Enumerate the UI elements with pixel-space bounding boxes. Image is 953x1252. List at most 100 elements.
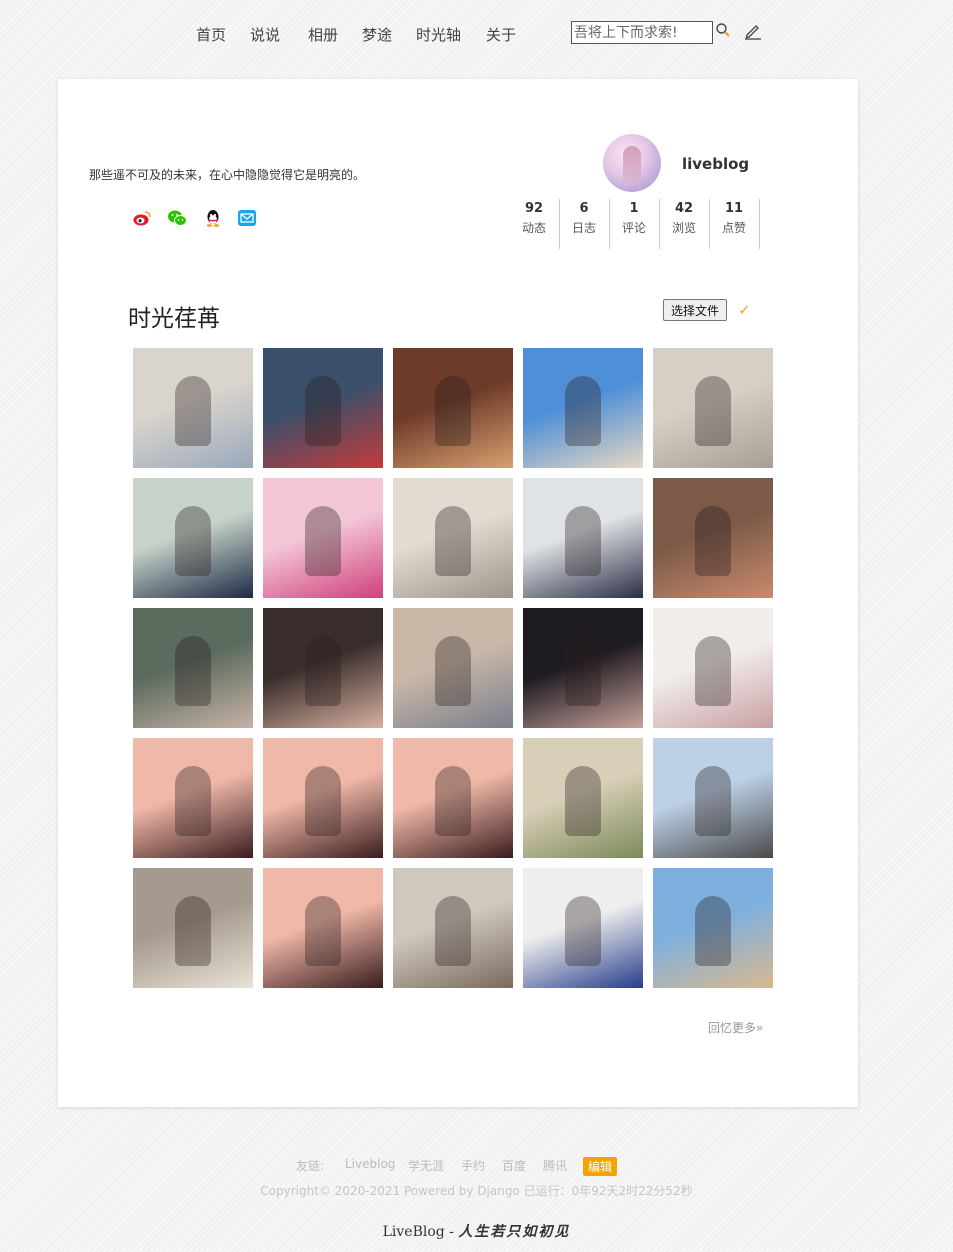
photo-girl-fastfood-counter[interactable] — [393, 348, 513, 468]
photo-girl-cafe-red-chairs[interactable] — [263, 348, 383, 468]
photo-girl-long-hair-selfie[interactable] — [653, 478, 773, 598]
stat-posts[interactable]: 92 动态 — [509, 199, 560, 249]
photo-kiss-me-selfie-4[interactable] — [263, 868, 383, 988]
top-nav: 首页 说说 相册 梦途 时光轴 关于 — [0, 0, 953, 70]
friend-link-shouyue[interactable]: 手约 — [461, 1157, 485, 1174]
photo-girl-close-selfie[interactable] — [263, 608, 383, 728]
photo-subject — [175, 896, 211, 966]
photo-subject — [435, 766, 471, 836]
photo-girl-seaside-rocks[interactable] — [653, 868, 773, 988]
photo-girl-sitting-sand[interactable] — [653, 348, 773, 468]
photo-subject — [565, 376, 601, 446]
search-input[interactable] — [571, 21, 713, 44]
check-icon: ✓ — [738, 301, 751, 319]
photo-girl-sweater-selfie[interactable] — [393, 608, 513, 728]
photo-gallery — [133, 348, 773, 988]
stat-views-label: 浏览 — [671, 221, 696, 235]
photo-subject — [305, 636, 341, 706]
photo-subject — [305, 896, 341, 966]
stat-views-value: 42 — [674, 201, 694, 216]
friend-link-xuewuya[interactable]: 学无涯 — [408, 1157, 444, 1174]
username: liveblog — [682, 155, 750, 173]
profile-motto: 那些遥不可及的未来，在心中隐隐觉得它是明亮的。 — [89, 168, 366, 182]
edit-links-badge[interactable]: 编辑 — [583, 1157, 618, 1176]
friend-link-liveblog[interactable]: Liveblog — [345, 1157, 395, 1171]
friend-links-label: 友链: — [296, 1159, 325, 1173]
stat-journals-label: 日志 — [571, 221, 596, 235]
photo-girl-outdoor-pose[interactable] — [653, 738, 773, 858]
photo-girl-mickey-ears[interactable] — [523, 478, 643, 598]
photo-kiss-me-selfie-2[interactable] — [263, 738, 383, 858]
nav-item-timeline[interactable]: 时光轴 — [416, 24, 461, 45]
nav-item-album[interactable]: 相册 — [308, 24, 338, 45]
photo-girl-beach-photo-frames[interactable] — [393, 868, 513, 988]
stat-comments[interactable]: 1 评论 — [609, 199, 660, 249]
photo-subject — [565, 896, 601, 966]
photo-girl-profile-dark-hair[interactable] — [523, 608, 643, 728]
photo-subject — [695, 766, 731, 836]
stat-posts-label: 动态 — [521, 221, 546, 235]
choose-file-button[interactable]: 选择文件 — [663, 299, 728, 321]
friend-link-baidu[interactable]: 百度 — [502, 1157, 526, 1174]
nav-item-about[interactable]: 关于 — [486, 24, 516, 45]
photo-girl-window-light[interactable] — [133, 868, 253, 988]
nav-item-dream[interactable]: 梦途 — [362, 24, 392, 45]
avatar[interactable] — [603, 134, 661, 192]
photo-girl-navy-hoodie[interactable] — [133, 478, 253, 598]
photo-girl-cartoon-bear[interactable] — [653, 608, 773, 728]
photo-subject — [305, 506, 341, 576]
photo-subject — [695, 896, 731, 966]
stat-views[interactable]: 42 浏览 — [659, 199, 710, 249]
more-memories-link[interactable]: 回忆更多» — [708, 1019, 763, 1036]
photo-girl-standing-beach[interactable] — [523, 348, 643, 468]
wechat-icon[interactable] — [167, 208, 187, 228]
photo-subject — [435, 636, 471, 706]
pencil-icon[interactable] — [744, 22, 762, 40]
stat-comments-value: 1 — [629, 201, 639, 216]
photo-subject — [305, 376, 341, 446]
photo-kiss-me-selfie-1[interactable] — [133, 738, 253, 858]
stat-likes-value: 11 — [724, 201, 744, 216]
photo-subject — [565, 636, 601, 706]
stat-posts-value: 92 — [524, 201, 544, 216]
photo-subject — [175, 506, 211, 576]
signature-script: 人生若只如初见 — [458, 1224, 571, 1240]
album-title: 时光荏苒 — [128, 306, 220, 332]
photo-subject — [695, 506, 731, 576]
stat-likes[interactable]: 11 点赞 — [709, 199, 760, 249]
profile-card: 那些遥不可及的未来，在心中隐隐觉得它是明亮的。 liveblog 92 动态 6… — [58, 79, 858, 1107]
qq-icon[interactable] — [203, 208, 223, 228]
photo-girl-pink-cap-collage[interactable] — [263, 478, 383, 598]
nav-item-home[interactable]: 首页 — [196, 24, 226, 45]
nav-item-shuoshuo[interactable]: 说说 — [250, 24, 280, 45]
photo-girl-kitchen[interactable] — [523, 738, 643, 858]
photo-girl-beach-sitting-2[interactable] — [393, 478, 513, 598]
photo-subject — [695, 636, 731, 706]
friend-links: 友链: Liveblog 学无涯 手约 百度 腾讯 编辑 — [0, 1157, 953, 1177]
friend-link-tencent[interactable]: 腾讯 — [543, 1157, 567, 1174]
site-signature: LiveBlog - 人生若只如初见 — [0, 1221, 953, 1241]
photo-subject — [435, 376, 471, 446]
photo-kiss-me-selfie-3[interactable] — [393, 738, 513, 858]
photo-subject — [175, 376, 211, 446]
search-icon[interactable] — [715, 22, 731, 38]
signature-prefix: LiveBlog - — [382, 1224, 459, 1240]
photo-subject — [565, 506, 601, 576]
photo-girl-green-cap[interactable] — [133, 608, 253, 728]
photo-girl-sitting-beach[interactable] — [133, 348, 253, 468]
photo-subject — [695, 376, 731, 446]
weibo-icon[interactable] — [132, 208, 152, 228]
photo-subject — [175, 766, 211, 836]
photo-subject — [565, 766, 601, 836]
photo-subject — [435, 896, 471, 966]
photo-subject — [435, 506, 471, 576]
stat-likes-label: 点赞 — [721, 221, 746, 235]
stat-comments-label: 评论 — [621, 221, 646, 235]
stat-journals-value: 6 — [579, 201, 589, 216]
photo-subject — [305, 766, 341, 836]
photo-subject — [175, 636, 211, 706]
copyright: Copyright© 2020-2021 Powered by Django 已… — [260, 1184, 693, 1198]
mail-icon[interactable] — [237, 208, 257, 228]
stat-journals[interactable]: 6 日志 — [559, 199, 610, 249]
photo-girl-brick-wall[interactable] — [523, 868, 643, 988]
